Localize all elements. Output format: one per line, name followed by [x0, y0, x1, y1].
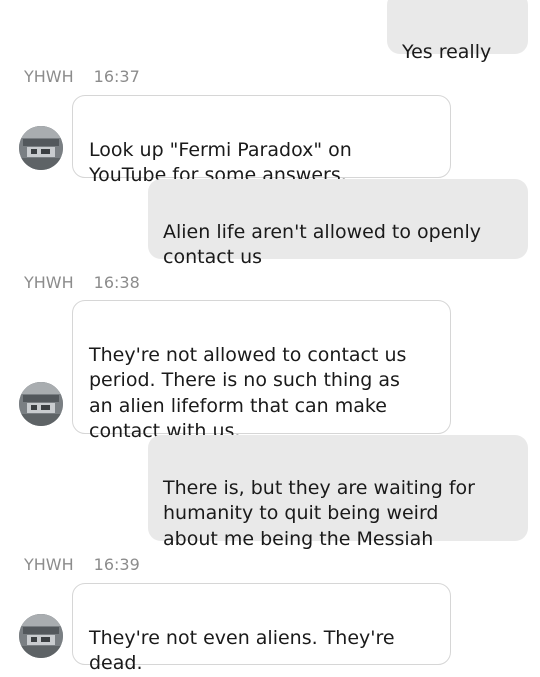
message-timestamp: 16:38 [93, 273, 140, 292]
avatar-image [19, 614, 63, 658]
avatar[interactable] [19, 382, 63, 426]
sender-name: YHWH [24, 273, 74, 292]
outgoing-message-bubble[interactable]: There is, but they are waiting for human… [148, 435, 528, 550]
incoming-message-bubble[interactable]: They're not allowed to contact us period… [72, 300, 451, 442]
message-text: There is, but they are waiting for human… [163, 476, 475, 550]
message-text: They're not even aliens. They're dead. [89, 626, 395, 675]
incoming-message-bubble[interactable]: Look up "Fermi Paradox" on YouTube for s… [72, 95, 451, 186]
message-text: They're not allowed to contact us period… [89, 343, 407, 443]
avatar[interactable] [19, 614, 63, 658]
outgoing-message-bubble[interactable]: Yes really [387, 0, 528, 63]
message-meta: YHWH 16:37 [24, 66, 140, 88]
avatar-image [19, 126, 63, 170]
sender-name: YHWH [24, 67, 74, 86]
message-meta: YHWH 16:38 [24, 272, 140, 294]
sender-name: YHWH [24, 555, 74, 574]
message-timestamp: 16:37 [93, 67, 140, 86]
message-text: Yes really [402, 40, 492, 63]
message-timestamp: 16:39 [93, 555, 140, 574]
message-meta: YHWH 16:39 [24, 554, 140, 576]
message-text: Alien life aren't allowed to openly cont… [163, 220, 481, 269]
avatar[interactable] [19, 126, 63, 170]
outgoing-message-bubble[interactable]: Alien life aren't allowed to openly cont… [148, 179, 528, 268]
incoming-message-bubble[interactable]: They're not even aliens. They're dead. [72, 583, 451, 674]
avatar-image [19, 382, 63, 426]
